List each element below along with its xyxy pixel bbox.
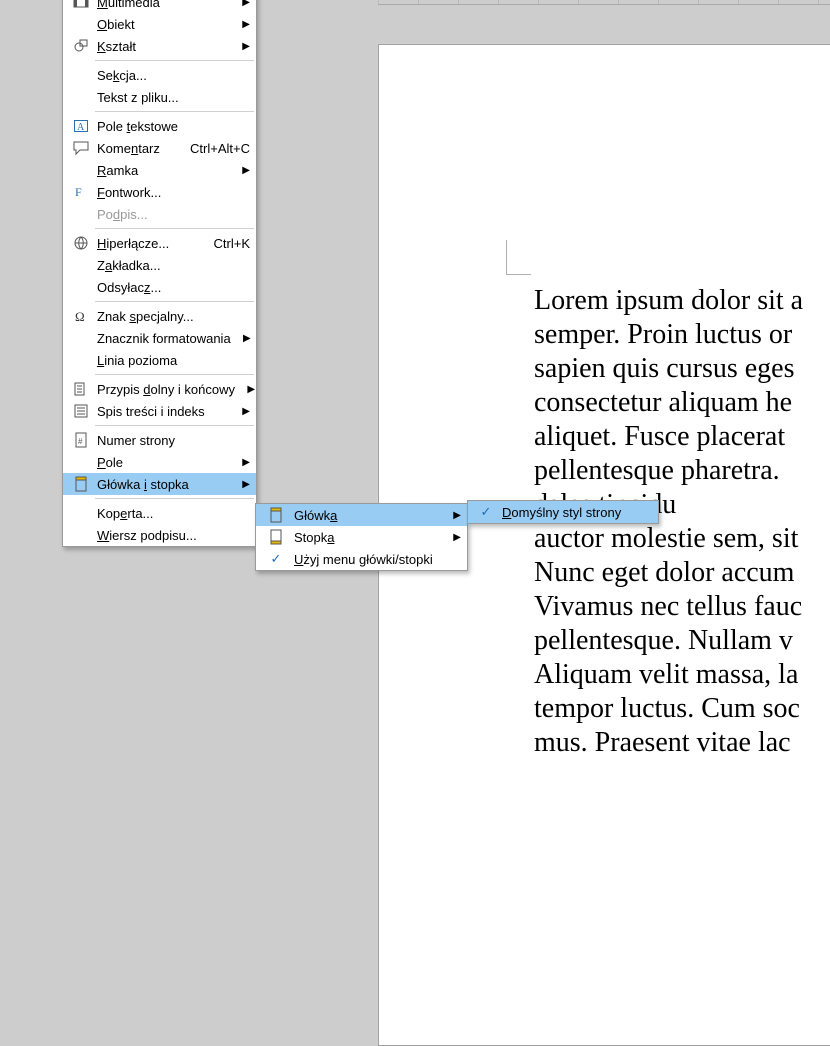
menu-item[interactable]: Komentarz Ctrl+Alt+C <box>63 137 256 159</box>
menu-item-label: Spis treści i indeks <box>95 404 230 419</box>
fontwork-icon: F <box>67 184 95 200</box>
menu-item[interactable]: Przypis dolny i końcowy ▶ <box>63 378 256 400</box>
menu-item[interactable]: A Pole tekstowe <box>63 115 256 137</box>
pagenum-icon: # <box>67 432 95 448</box>
toc-icon <box>67 403 95 419</box>
menu-separator <box>95 60 254 61</box>
menu-item-label: Użyj menu główki/stopki <box>292 552 461 567</box>
menu-item[interactable]: Obiekt ▶ <box>63 13 256 35</box>
menu-item[interactable]: # Numer strony <box>63 429 256 451</box>
svg-text:Ω: Ω <box>75 309 85 324</box>
submenu-arrow-icon: ▶ <box>240 165 250 176</box>
headerfooter-icon <box>67 476 95 492</box>
menu-separator <box>95 301 254 302</box>
menu-item-label: Pole <box>95 455 230 470</box>
submenu-arrow-icon: ▶ <box>241 333 251 344</box>
omega-icon: Ω <box>67 308 95 324</box>
menu-item-label: Znacznik formatowania <box>95 331 231 346</box>
menu-item[interactable]: Tekst z pliku... <box>63 86 256 108</box>
submenu-arrow-icon: ▶ <box>240 406 250 417</box>
page-footer-icon <box>260 529 292 545</box>
submenu-arrow-icon: ▶ <box>245 384 255 395</box>
submenu-arrow-icon: ▶ <box>240 0 250 8</box>
submenu-arrow-icon: ▶ <box>451 532 461 543</box>
check-icon: ✓ <box>260 551 292 567</box>
menu-item-label: Odsyłacz... <box>95 280 250 295</box>
comment-icon <box>67 140 95 156</box>
footnote-icon <box>67 381 95 397</box>
menu-item-label: Podpis... <box>95 207 250 222</box>
submenu-arrow-icon: ▶ <box>240 457 250 468</box>
menu-item-label: Tekst z pliku... <box>95 90 250 105</box>
menu-item[interactable]: Główka i stopka ▶ <box>63 473 256 495</box>
menu-item-label: Zakładka... <box>95 258 250 273</box>
svg-text:A: A <box>77 122 85 133</box>
shape-icon <box>67 38 95 54</box>
menu-item-label: Stopka <box>292 530 441 545</box>
menu-item-label: Multimedia <box>95 0 230 10</box>
menu-item-label: Pole tekstowe <box>95 119 250 134</box>
menu-item[interactable]: F Fontwork... <box>63 181 256 203</box>
insert-menu[interactable]: Multimedia ▶ Obiekt ▶ Kształt ▶ Sekcja... Tekst… <box>62 0 257 547</box>
menu-item-label: Obiekt <box>95 17 230 32</box>
menu-item-shortcut: Ctrl+Alt+C <box>190 141 250 156</box>
submenu-arrow-icon: ▶ <box>451 510 461 521</box>
menu-item[interactable]: Ω Znak specjalny... <box>63 305 256 327</box>
menu-separator <box>95 374 254 375</box>
menu-item[interactable]: Koperta... <box>63 502 256 524</box>
submenu-arrow-icon: ▶ <box>240 479 250 490</box>
menu-separator <box>95 498 254 499</box>
menu-item-label: Przypis dolny i końcowy <box>95 382 235 397</box>
menu-item[interactable]: Podpis... <box>63 203 256 225</box>
menu-item-label: Wiersz podpisu... <box>95 528 250 543</box>
menu-separator <box>95 228 254 229</box>
horizontal-ruler <box>378 0 830 5</box>
svg-text:#: # <box>78 437 83 446</box>
menu-separator <box>95 425 254 426</box>
menu-item[interactable]: Kształt ▶ <box>63 35 256 57</box>
media-icon <box>67 0 95 10</box>
header-footer-submenu[interactable]: Główka ▶ Stopka ▶ ✓Użyj menu główki/stopki <box>255 503 468 571</box>
menu-item[interactable]: Odsyłacz... <box>63 276 256 298</box>
menu-item[interactable]: Zakładka... <box>63 254 256 276</box>
menu-item-label: Ramka <box>95 163 230 178</box>
svg-text:F: F <box>75 185 82 199</box>
menu-item[interactable]: Pole ▶ <box>63 451 256 473</box>
menu-item[interactable]: Linia pozioma <box>63 349 256 371</box>
menu-item-label: Główka <box>292 508 441 523</box>
menu-item[interactable]: Stopka ▶ <box>256 526 467 548</box>
menu-item[interactable]: Multimedia ▶ <box>63 0 256 13</box>
menu-item[interactable]: Spis treści i indeks ▶ <box>63 400 256 422</box>
textbox-icon: A <box>67 118 95 134</box>
menu-item[interactable]: Ramka ▶ <box>63 159 256 181</box>
menu-item-label: Fontwork... <box>95 185 250 200</box>
page-header-icon <box>260 507 292 523</box>
menu-item[interactable]: ✓Użyj menu główki/stopki <box>256 548 467 570</box>
menu-item-label: Komentarz <box>95 141 172 156</box>
menu-item-label: Domyślny styl strony <box>500 505 652 520</box>
menu-item[interactable]: Sekcja... <box>63 64 256 86</box>
menu-item-label: Linia pozioma <box>95 353 250 368</box>
menu-item[interactable]: Znacznik formatowania ▶ <box>63 327 256 349</box>
menu-item-label: Znak specjalny... <box>95 309 250 324</box>
menu-item[interactable]: Główka ▶ <box>256 504 467 526</box>
menu-item-label: Numer strony <box>95 433 250 448</box>
menu-item-shortcut: Ctrl+K <box>214 236 250 251</box>
margin-corner-mark <box>506 240 531 275</box>
header-style-submenu[interactable]: ✓Domyślny styl strony <box>467 500 659 524</box>
menu-item-label: Koperta... <box>95 506 250 521</box>
globe-icon <box>67 235 95 251</box>
menu-item[interactable]: Hiperłącze... Ctrl+K <box>63 232 256 254</box>
menu-item-label: Główka i stopka <box>95 477 230 492</box>
menu-item-label: Sekcja... <box>95 68 250 83</box>
menu-separator <box>95 111 254 112</box>
submenu-arrow-icon: ▶ <box>240 19 250 30</box>
menu-item[interactable]: Wiersz podpisu... <box>63 524 256 546</box>
menu-item-label: Kształt <box>95 39 230 54</box>
menu-item-label: Hiperłącze... <box>95 236 196 251</box>
check-icon: ✓ <box>472 504 500 520</box>
submenu-arrow-icon: ▶ <box>240 41 250 52</box>
menu-item[interactable]: ✓Domyślny styl strony <box>468 501 658 523</box>
